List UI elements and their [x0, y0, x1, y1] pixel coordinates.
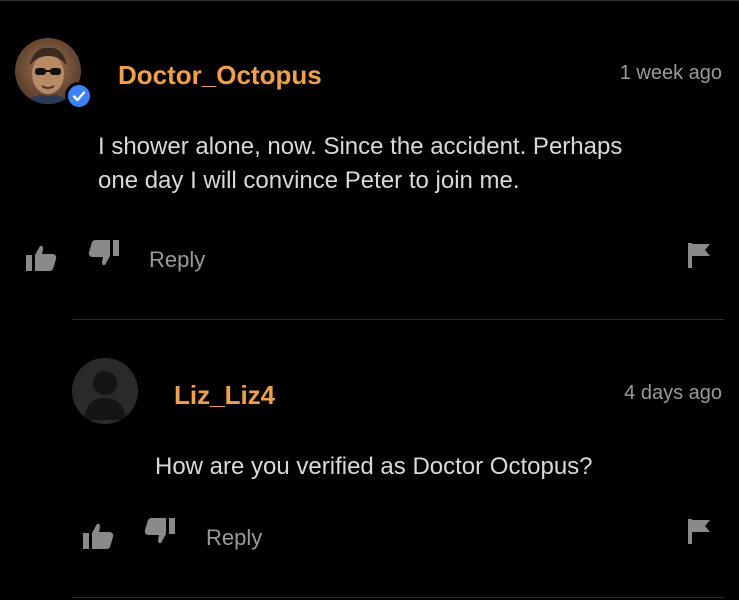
comment-text-line: I shower alone, now. Since the accident.… [98, 133, 623, 160]
reply-button[interactable]: Reply [149, 247, 205, 273]
top-divider [0, 0, 739, 1]
thumbs-down-icon[interactable] [87, 240, 119, 268]
flag-icon[interactable] [686, 518, 712, 544]
comment-text-line: one day I will convince Peter to join me… [98, 167, 520, 194]
avatar[interactable] [72, 358, 138, 424]
comment-text: I shower alone, now. Since the accident.… [98, 130, 622, 198]
username[interactable]: Doctor_Octopus [118, 60, 322, 91]
username[interactable]: Liz_Liz4 [174, 380, 275, 411]
thumbs-up-icon[interactable] [83, 522, 115, 550]
timestamp: 4 days ago [624, 382, 722, 404]
comment-divider [72, 319, 724, 320]
comment-text: How are you verified as Doctor Octopus? [155, 453, 593, 480]
reply-button[interactable]: Reply [206, 525, 262, 551]
thumbs-down-icon[interactable] [143, 518, 175, 546]
bottom-divider [72, 597, 724, 598]
timestamp: 1 week ago [619, 62, 722, 84]
flag-icon[interactable] [686, 242, 712, 268]
thumbs-up-icon[interactable] [26, 244, 58, 272]
default-user-icon [84, 371, 126, 420]
verified-badge-icon [65, 82, 93, 110]
